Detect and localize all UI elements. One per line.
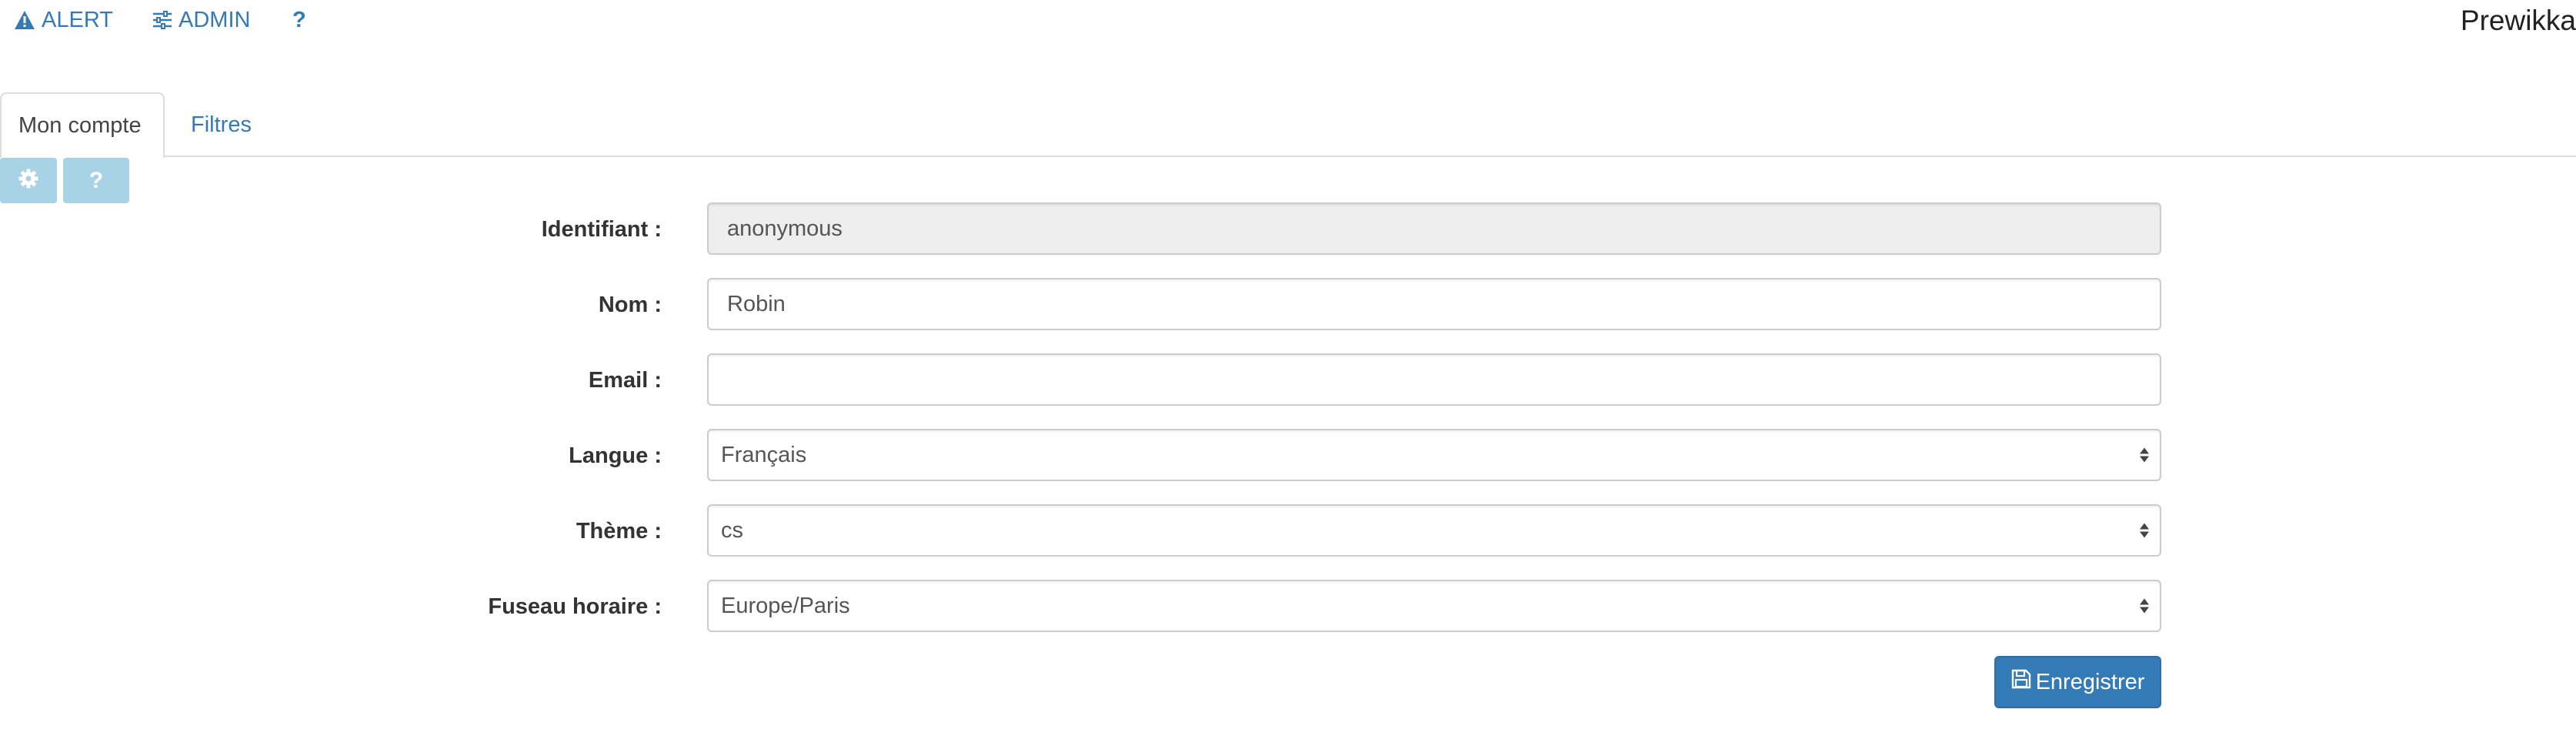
- floppy-disk-icon: [2011, 669, 2036, 695]
- language-value: Français: [721, 442, 807, 467]
- save-button[interactable]: Enregistrer: [1994, 656, 2161, 708]
- nav-help-label: ?: [292, 7, 306, 32]
- form-row-login: Identifiant : anonymous: [0, 202, 2576, 256]
- tab-filters-label: Filtres: [191, 112, 252, 137]
- email-field[interactable]: [707, 353, 2161, 406]
- timezone-value: Europe/Paris: [721, 593, 850, 618]
- save-button-label: Enregistrer: [2035, 669, 2145, 694]
- warning-icon: [14, 10, 42, 30]
- tab-bar: Mon compte Filtres: [0, 92, 2576, 159]
- form-row-email: Email :: [0, 353, 2576, 407]
- name-value: Robin: [727, 291, 786, 316]
- nav-admin-label: ADMIN: [179, 7, 251, 32]
- theme-select[interactable]: cs: [707, 504, 2161, 557]
- help-button[interactable]: ?: [63, 158, 129, 203]
- form-row-theme: Thème : cs: [0, 504, 2576, 558]
- language-select[interactable]: Français: [707, 429, 2161, 481]
- timezone-select[interactable]: Europe/Paris: [707, 580, 2161, 632]
- gear-icon: [18, 168, 39, 193]
- timezone-label: Fuseau horaire :: [488, 594, 662, 619]
- nav-admin-link[interactable]: ADMIN: [152, 6, 250, 34]
- brand-title: Prewikka: [2460, 5, 2576, 36]
- nav-alert-label: ALERT: [42, 7, 113, 32]
- nav-help-link[interactable]: ?: [292, 6, 306, 34]
- select-arrows-icon: [2140, 447, 2149, 463]
- form-row-timezone: Fuseau horaire : Europe/Paris: [0, 580, 2576, 634]
- form-row-name: Nom : Robin: [0, 278, 2576, 332]
- sliders-icon: [152, 11, 179, 29]
- email-label: Email :: [588, 367, 662, 393]
- login-field: anonymous: [707, 202, 2161, 255]
- help-button-label: ?: [88, 167, 104, 193]
- tab-my-account-label: Mon compte: [18, 112, 142, 138]
- language-label: Langue :: [569, 443, 662, 468]
- select-arrows-icon: [2140, 523, 2149, 538]
- settings-button[interactable]: [0, 158, 57, 203]
- tab-my-account[interactable]: Mon compte: [0, 92, 165, 159]
- theme-label: Thème :: [576, 518, 662, 544]
- login-value: anonymous: [727, 216, 843, 241]
- top-navbar: ALERT ADMIN ? Prewikka: [0, 0, 2576, 46]
- tab-filters[interactable]: Filtres: [174, 92, 269, 157]
- name-field[interactable]: Robin: [707, 278, 2161, 330]
- nav-alert-link[interactable]: ALERT: [14, 6, 113, 34]
- form-row-language: Langue : Français: [0, 429, 2576, 483]
- theme-value: cs: [721, 517, 743, 543]
- select-arrows-icon: [2140, 598, 2149, 614]
- login-label: Identifiant :: [541, 216, 662, 242]
- name-label: Nom :: [598, 292, 662, 317]
